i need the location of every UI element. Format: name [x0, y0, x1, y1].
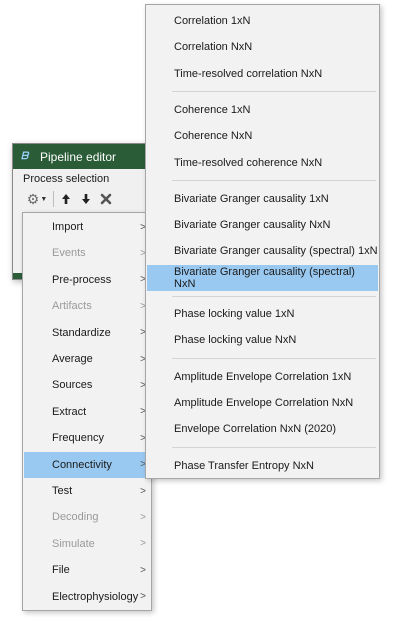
- process-toolbar: ⚙ ▼: [23, 188, 116, 210]
- submenu-item-bivariate-granger-causality-spectral-nxn[interactable]: Bivariate Granger causality (spectral) N…: [147, 264, 378, 291]
- submenu-item-time-resolved-coherence-nxn[interactable]: Time-resolved coherence NxN: [147, 150, 378, 176]
- menu-item-pre-process[interactable]: Pre-process >: [24, 267, 150, 293]
- submenu-item-label: Correlation 1xN: [174, 15, 251, 27]
- add-process-button[interactable]: ⚙ ▼: [23, 189, 51, 209]
- submenu-item-label: Phase Transfer Entropy NxN: [174, 459, 315, 472]
- menu-item-artifacts: Artifacts >: [24, 293, 150, 319]
- toolbar-separator: [53, 191, 54, 207]
- menu-item-label: Decoding: [52, 511, 99, 524]
- brainstorm-app-icon: ᗷ: [21, 150, 29, 162]
- chevron-right-icon: >: [140, 485, 146, 497]
- arrow-up-icon: [62, 194, 70, 204]
- menu-separator: [172, 447, 376, 448]
- menu-item-electrophysiology[interactable]: Electrophysiology >: [24, 584, 150, 610]
- menu-item-test[interactable]: Test >: [24, 478, 150, 504]
- delete-process-button[interactable]: [96, 189, 116, 209]
- submenu-item-bivariate-granger-causality-nxn[interactable]: Bivariate Granger causality NxN: [147, 212, 378, 238]
- chevron-down-icon: ▼: [40, 195, 48, 203]
- window-titlebar[interactable]: ᗷ Pipeline editor: [13, 144, 163, 169]
- menu-item-import[interactable]: Import >: [24, 214, 150, 240]
- submenu-item-label: Phase locking value NxN: [174, 334, 297, 347]
- submenu-item-label: Correlation NxN: [174, 41, 253, 54]
- submenu-item-label: Time-resolved correlation NxN: [174, 67, 323, 80]
- menu-item-label: Frequency: [52, 432, 104, 445]
- window-title: Pipeline editor: [40, 149, 117, 164]
- submenu-item-correlation-1xn[interactable]: Correlation 1xN: [147, 8, 378, 34]
- chevron-right-icon: >: [140, 591, 146, 603]
- submenu-item-label: Envelope Correlation NxN (2020): [174, 423, 337, 436]
- submenu-item-label: Bivariate Granger causality 1xN: [174, 192, 329, 205]
- menu-item-label: Test: [52, 485, 73, 497]
- menu-separator: [172, 91, 376, 93]
- menu-separator: [172, 180, 376, 182]
- menu-item-label: Import: [52, 221, 84, 233]
- menu-item-average[interactable]: Average >: [24, 346, 150, 372]
- submenu-item-coherence-1xn[interactable]: Coherence 1xN: [147, 97, 378, 123]
- menu-item-extract[interactable]: Extract >: [24, 399, 150, 425]
- menu-separator: [172, 358, 376, 360]
- submenu-item-label: Coherence 1xN: [174, 103, 251, 116]
- submenu-item-label: Bivariate Granger causality NxN: [174, 219, 331, 232]
- menu-item-label: File: [52, 564, 70, 577]
- menu-item-label: Sources: [52, 379, 93, 392]
- submenu-item-amplitude-envelope-correlation-nxn[interactable]: Amplitude Envelope Correlation NxN: [147, 390, 378, 416]
- arrow-down-icon: [82, 194, 90, 204]
- submenu-item-label: Time-resolved coherence NxN: [174, 156, 323, 169]
- submenu-item-label: Coherence NxN: [174, 130, 253, 143]
- submenu-item-bivariate-granger-causality-spectral-1xn[interactable]: Bivariate Granger causality (spectral) 1…: [147, 238, 378, 264]
- menu-item-file[interactable]: File >: [24, 557, 150, 583]
- menu-item-label: Events: [52, 247, 86, 260]
- move-down-button[interactable]: [76, 189, 96, 209]
- menu-item-label: Connectivity: [52, 458, 112, 471]
- delete-icon: [100, 193, 112, 205]
- process-category-menu: Import > Events > Pre-process > Artifacts > Stan…: [22, 212, 152, 611]
- submenu-item-label: Amplitude Envelope Correlation 1xN: [174, 370, 352, 383]
- menu-item-label: Pre-process: [52, 273, 112, 286]
- chevron-right-icon: >: [140, 564, 146, 576]
- submenu-item-phase-locking-value-1xn[interactable]: Phase locking value 1xN: [147, 301, 378, 327]
- menu-item-label: Artifacts: [52, 300, 92, 313]
- submenu-item-coherence-nxn[interactable]: Coherence NxN: [147, 123, 378, 149]
- submenu-item-label: Amplitude Envelope Correlation NxN: [174, 396, 354, 409]
- menu-item-decoding: Decoding >: [24, 504, 150, 530]
- menu-item-label: Extract: [52, 405, 87, 418]
- connectivity-submenu: Correlation 1xN Correlation NxN Time-resol…: [145, 4, 380, 479]
- move-up-button[interactable]: [56, 189, 76, 209]
- submenu-item-envelope-correlation-nxn-2020[interactable]: Envelope Correlation NxN (2020): [147, 416, 378, 442]
- menu-item-label: Simulate: [52, 537, 95, 550]
- submenu-item-phase-locking-value-nxn[interactable]: Phase locking value NxN: [147, 327, 378, 353]
- gear-icon: ⚙: [26, 190, 40, 207]
- menu-item-connectivity[interactable]: Connectivity >: [24, 451, 150, 478]
- menu-item-sources[interactable]: Sources >: [24, 372, 150, 398]
- submenu-item-label: Bivariate Granger causality (spectral) N…: [174, 265, 355, 290]
- process-selection-label: Process selection: [23, 173, 110, 185]
- menu-item-events: Events >: [24, 240, 150, 266]
- chevron-right-icon: >: [140, 511, 146, 523]
- menu-item-simulate: Simulate >: [24, 531, 150, 557]
- menu-item-label: Standardize: [52, 326, 111, 339]
- submenu-item-correlation-nxn[interactable]: Correlation NxN: [147, 34, 378, 60]
- submenu-item-label: Bivariate Granger causality (spectral) 1…: [174, 245, 378, 258]
- submenu-item-label: Phase locking value 1xN: [174, 308, 295, 320]
- menu-item-standardize[interactable]: Standardize >: [24, 320, 150, 346]
- menu-item-label: Average: [52, 353, 93, 365]
- menu-separator: [172, 295, 376, 297]
- submenu-item-phase-transfer-entropy-nxn[interactable]: Phase Transfer Entropy NxN: [147, 453, 378, 479]
- menu-item-frequency[interactable]: Frequency >: [24, 425, 150, 451]
- submenu-item-time-resolved-correlation-nxn[interactable]: Time-resolved correlation NxN: [147, 61, 378, 87]
- menu-item-label: Electrophysiology: [52, 590, 139, 603]
- chevron-right-icon: >: [140, 538, 146, 550]
- submenu-item-amplitude-envelope-correlation-1xn[interactable]: Amplitude Envelope Correlation 1xN: [147, 364, 378, 390]
- submenu-item-bivariate-granger-causality-1xn[interactable]: Bivariate Granger causality 1xN: [147, 186, 378, 212]
